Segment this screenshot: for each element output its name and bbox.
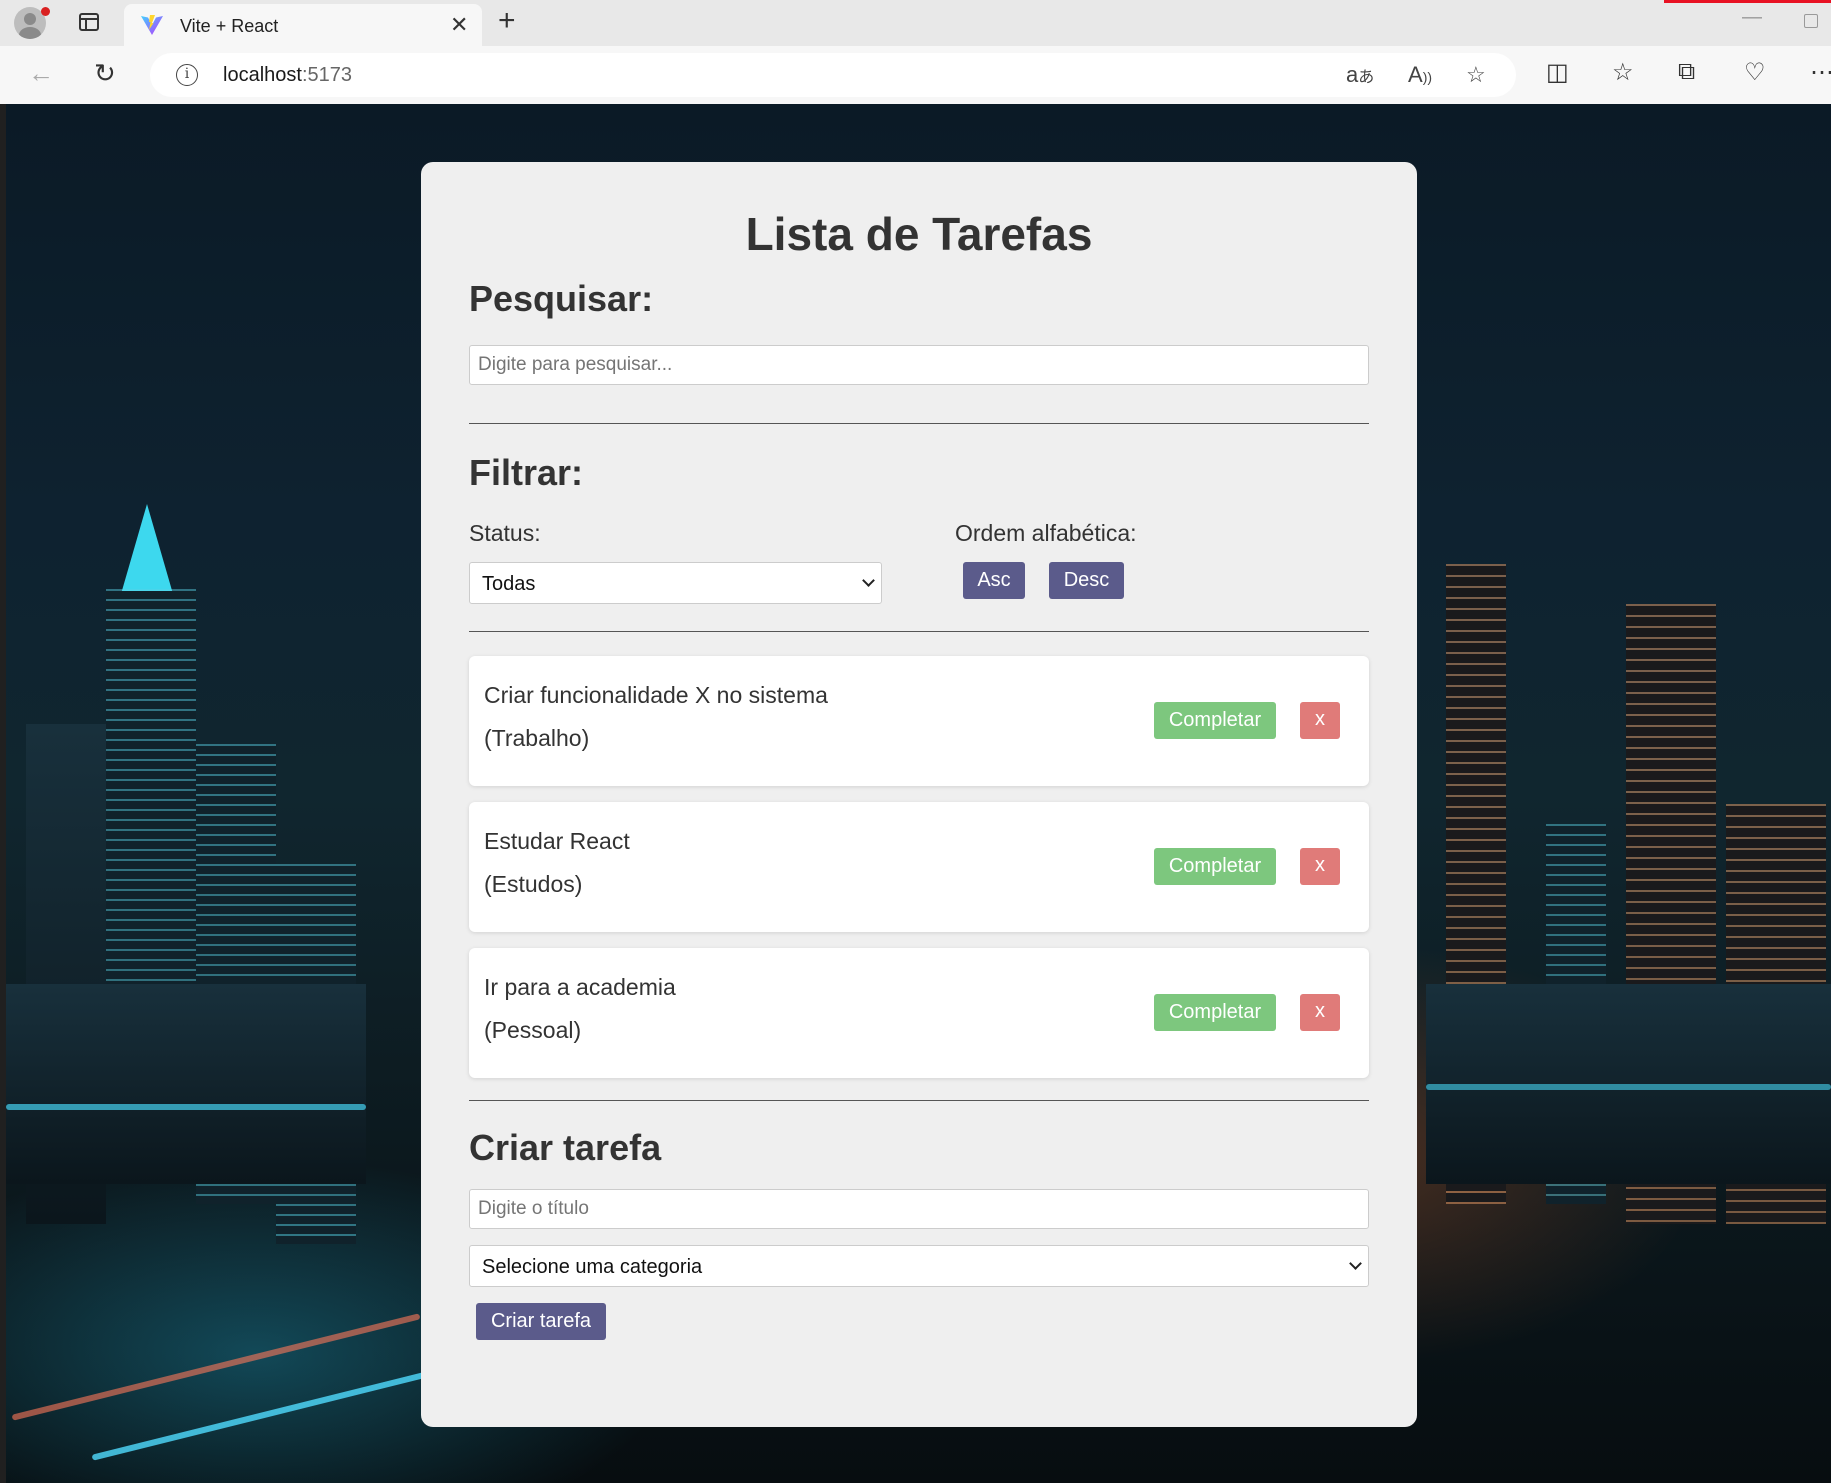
todo-category: (Trabalho): [484, 725, 590, 751]
todo-title-input[interactable]: [469, 1189, 1369, 1229]
todo-item: Estudar React (Estudos) Completar x: [469, 802, 1369, 932]
url-text[interactable]: localhost:5173: [223, 64, 352, 87]
divider: [469, 423, 1369, 424]
todo-text: Criar funcionalidade X no sistema: [484, 682, 828, 708]
todo-app-card: Lista de Tarefas Pesquisar: Filtrar: Sta…: [421, 162, 1417, 1427]
category-select[interactable]: Selecione uma categoria: [469, 1245, 1369, 1287]
create-heading: Criar tarefa: [469, 1127, 662, 1168]
todo-text: Estudar React: [484, 828, 630, 854]
status-select-value: Todas: [482, 573, 536, 595]
divider: [469, 1100, 1369, 1101]
search-input[interactable]: [469, 345, 1369, 385]
vite-favicon-icon: [141, 15, 163, 35]
remove-button[interactable]: x: [1300, 848, 1340, 885]
chevron-down-icon: [862, 574, 875, 587]
notification-dot: [41, 7, 50, 16]
translate-icon[interactable]: aあ: [1346, 62, 1374, 88]
url-host: localhost: [223, 64, 302, 86]
minimize-icon[interactable]: —: [1742, 6, 1762, 29]
todo-item: Ir para a academia (Pessoal) Completar x: [469, 948, 1369, 1078]
more-icon[interactable]: ⋯: [1810, 58, 1831, 87]
todo-item: Criar funcionalidade X no sistema (Traba…: [469, 656, 1369, 786]
filter-row: Status: Todas Ordem alfabética: Asc Desc: [469, 520, 1369, 606]
complete-button[interactable]: Completar: [1154, 702, 1276, 739]
create-todo-button[interactable]: Criar tarefa: [476, 1303, 606, 1340]
complete-button[interactable]: Completar: [1154, 848, 1276, 885]
back-icon[interactable]: ←: [28, 58, 54, 88]
read-aloud-icon[interactable]: A)): [1408, 62, 1432, 88]
reload-icon[interactable]: ↻: [94, 58, 116, 88]
browser-toolbar: ← ↻ i localhost:5173 aあ A)) ☆ ◫ ☆ ⧉ ♡ ⋯: [0, 46, 1831, 104]
app-title: Lista de Tarefas: [745, 208, 1093, 260]
order-label: Ordem alfabética:: [955, 520, 1137, 546]
sort-desc-button[interactable]: Desc: [1049, 562, 1124, 599]
collections-icon[interactable]: ⧉: [1678, 58, 1695, 86]
tab-title: Vite + React: [180, 16, 279, 36]
browser-tab[interactable]: Vite + React ✕: [124, 4, 482, 46]
close-icon[interactable]: ✕: [450, 12, 468, 38]
info-icon[interactable]: i: [176, 64, 198, 86]
status-label: Status:: [469, 520, 541, 546]
remove-button[interactable]: x: [1300, 702, 1340, 739]
favorite-star-icon[interactable]: ☆: [1466, 62, 1486, 88]
split-screen-icon[interactable]: ◫: [1546, 58, 1569, 87]
remove-button[interactable]: x: [1300, 994, 1340, 1031]
plus-icon[interactable]: +: [498, 4, 516, 38]
maximize-icon[interactable]: [1804, 14, 1818, 28]
window-accent-strip: [1664, 0, 1831, 3]
tab-strip: Vite + React ✕ + —: [0, 0, 1831, 46]
search-heading: Pesquisar:: [469, 278, 654, 319]
complete-button[interactable]: Completar: [1154, 994, 1276, 1031]
tabs-icon[interactable]: [79, 13, 99, 31]
todo-category: (Pessoal): [484, 1017, 582, 1043]
todo-category: (Estudos): [484, 871, 583, 897]
divider: [469, 631, 1369, 632]
status-select[interactable]: Todas: [469, 562, 882, 604]
url-port: :5173: [301, 64, 352, 86]
browser-essentials-icon[interactable]: ♡: [1744, 58, 1766, 87]
sort-asc-button[interactable]: Asc: [963, 562, 1025, 599]
filter-heading: Filtrar:: [469, 452, 584, 493]
favorites-icon[interactable]: ☆: [1612, 58, 1634, 87]
category-select-value: Selecione uma categoria: [482, 1256, 703, 1278]
chevron-down-icon: [1349, 1257, 1362, 1270]
todo-text: Ir para a academia: [484, 974, 676, 1000]
todo-list: Criar funcionalidade X no sistema (Traba…: [469, 656, 1369, 1078]
address-bar[interactable]: i localhost:5173 aあ A)) ☆: [150, 53, 1516, 97]
